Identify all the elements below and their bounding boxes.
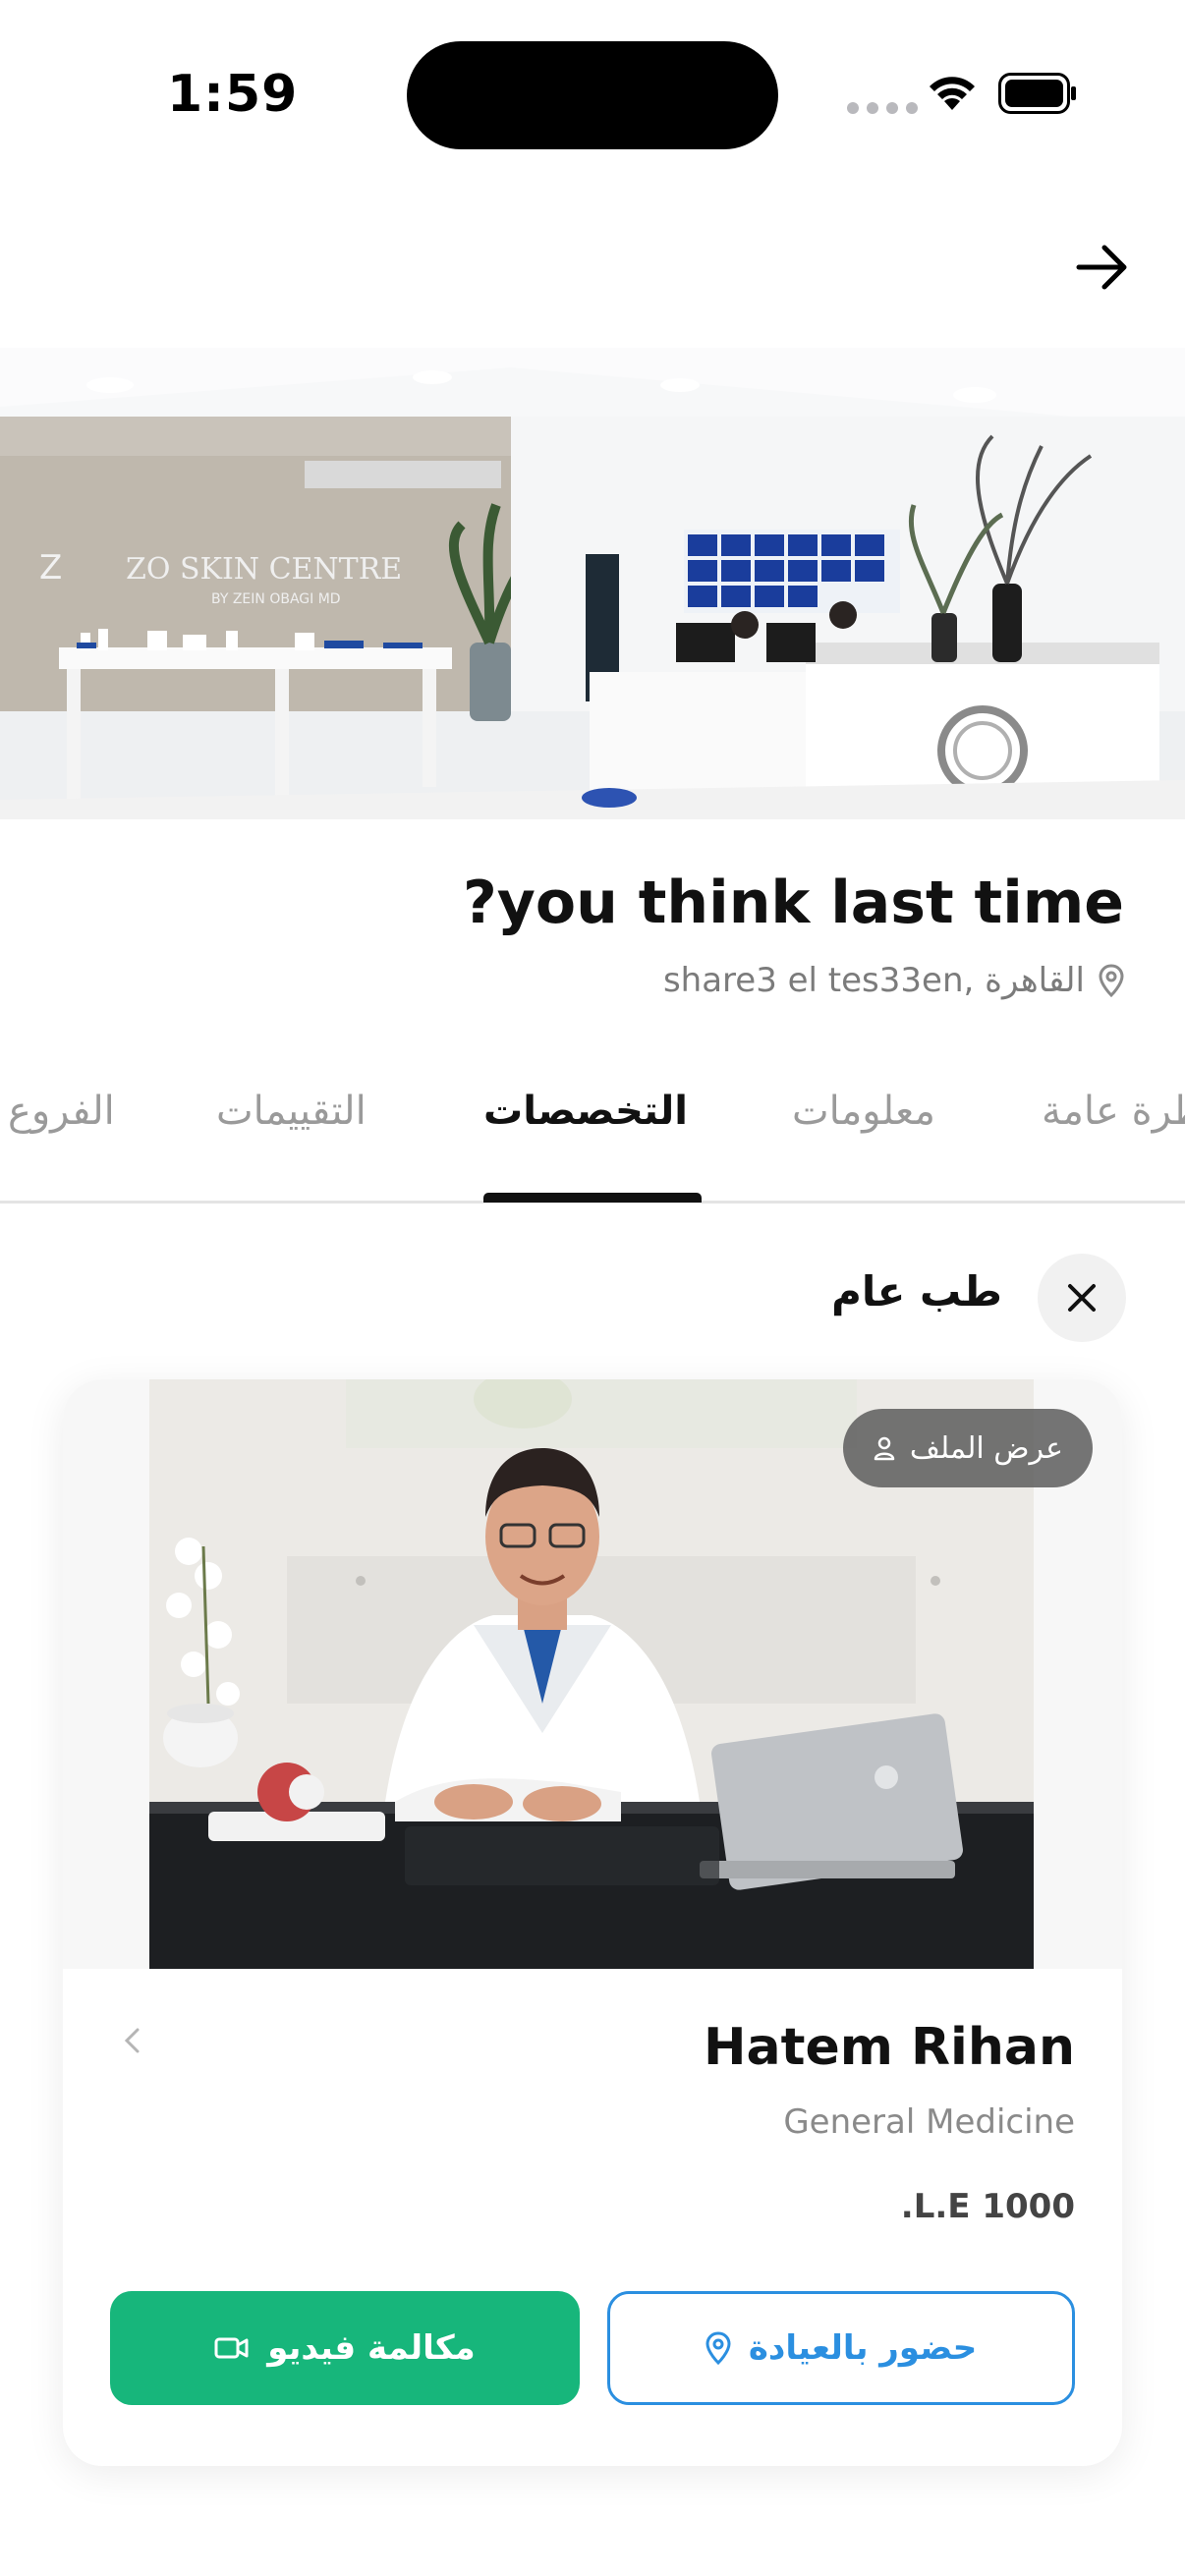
battery-icon: [998, 73, 1076, 114]
specialty-filter-label: طب عام: [831, 1267, 1002, 1316]
clinic-location-text: share3 el tes33en, القاهرة: [662, 961, 1085, 1000]
doctor-specialty: General Medicine: [783, 2102, 1075, 2142]
video-camera-icon: [214, 2337, 249, 2359]
consultation-price: .L.E 1000: [900, 2187, 1075, 2226]
tab-overview[interactable]: نظرة عامة: [1042, 1089, 1185, 1134]
close-icon: [1068, 1284, 1096, 1312]
location-pin-icon: [1099, 964, 1124, 997]
dynamic-island: [407, 41, 778, 149]
clear-filter-button[interactable]: [1038, 1254, 1126, 1342]
tab-reviews[interactable]: التقييمات: [216, 1089, 367, 1134]
wifi-icon: [930, 77, 975, 110]
arrow-right-icon: [1076, 245, 1127, 290]
tab-info[interactable]: معلومات: [792, 1089, 935, 1134]
tab-specialties[interactable]: التخصصات: [483, 1089, 688, 1134]
tab-branches[interactable]: الفروع: [8, 1089, 115, 1134]
clinic-visit-button[interactable]: حضور بالعيادة: [607, 2291, 1075, 2405]
video-call-button[interactable]: مكالمة فيديو: [110, 2291, 580, 2405]
clinic-location: share3 el tes33en, القاهرة: [663, 961, 1124, 1000]
svg-text:BY ZEIN OBAGI MD: BY ZEIN OBAGI MD: [211, 591, 341, 607]
user-icon: [874, 1436, 895, 1461]
cellular-signal-icon: [847, 102, 918, 114]
clinic-tabs: الفروع التقييمات التخصصات معلومات نظرة ع…: [0, 1081, 1185, 1203]
chevron-left-icon[interactable]: [122, 2026, 141, 2059]
clinic-hero-image: Z ZO SKIN CENTRE BY ZEIN OBAGI MD: [0, 348, 1185, 819]
view-profile-label: عرض الملف: [909, 1430, 1063, 1466]
back-button[interactable]: [1071, 236, 1134, 299]
view-profile-button[interactable]: عرض الملف: [842, 1409, 1093, 1487]
clinic-visit-label: حضور بالعيادة: [748, 2328, 978, 2368]
video-call-label: مكالمة فيديو: [267, 2328, 476, 2368]
svg-text:Z: Z: [39, 548, 62, 588]
location-pin-icon: [705, 2331, 731, 2365]
status-time: 1:59: [167, 65, 299, 124]
active-tab-indicator: [483, 1193, 702, 1203]
svg-text:ZO SKIN CENTRE: ZO SKIN CENTRE: [126, 552, 402, 587]
doctor-name: Hatem Rihan: [703, 2018, 1075, 2077]
doctor-card[interactable]: عرض الملف Hatem Rihan General Medicine .…: [63, 1379, 1122, 2466]
clinic-title: ?you think last time: [462, 868, 1124, 937]
